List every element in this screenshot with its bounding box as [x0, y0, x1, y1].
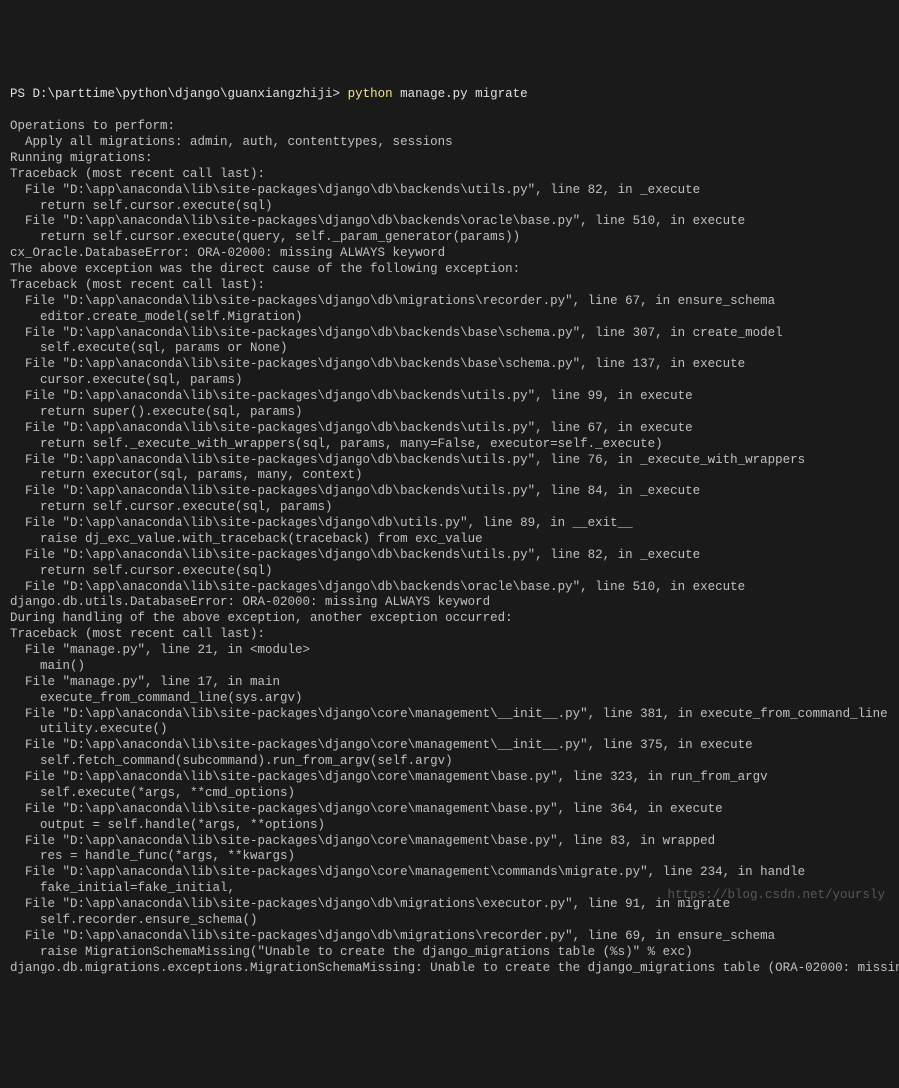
output-line: return executor(sql, params, many, conte…: [10, 468, 889, 484]
output-line: File "D:\app\anaconda\lib\site-packages\…: [10, 421, 889, 437]
output-line: raise MigrationSchemaMissing("Unable to …: [10, 945, 889, 961]
output-line: File "manage.py", line 21, in <module>: [10, 643, 889, 659]
output-line: return self._execute_with_wrappers(sql, …: [10, 437, 889, 453]
output-line: File "D:\app\anaconda\lib\site-packages\…: [10, 707, 889, 723]
output-line: return self.cursor.execute(sql): [10, 564, 889, 580]
output-line: File "D:\app\anaconda\lib\site-packages\…: [10, 802, 889, 818]
prompt-line: PS D:\parttime\python\django\guanxiangzh…: [10, 87, 889, 103]
output-line: File "D:\app\anaconda\lib\site-packages\…: [10, 865, 889, 881]
output-line: File "D:\app\anaconda\lib\site-packages\…: [10, 738, 889, 754]
output-line: raise dj_exc_value.with_traceback(traceb…: [10, 532, 889, 548]
output-line: Running migrations:: [10, 151, 889, 167]
output-line: File "D:\app\anaconda\lib\site-packages\…: [10, 214, 889, 230]
output-line: return self.cursor.execute(sql): [10, 199, 889, 215]
output-line: Traceback (most recent call last):: [10, 167, 889, 183]
output-line: self.execute(sql, params or None): [10, 341, 889, 357]
output-line: File "D:\app\anaconda\lib\site-packages\…: [10, 516, 889, 532]
output-line: res = handle_func(*args, **kwargs): [10, 849, 889, 865]
output-line: self.fetch_command(subcommand).run_from_…: [10, 754, 889, 770]
output-line: File "D:\app\anaconda\lib\site-packages\…: [10, 770, 889, 786]
output-line: File "D:\app\anaconda\lib\site-packages\…: [10, 548, 889, 564]
output-line: The above exception was the direct cause…: [10, 262, 889, 278]
command-args: manage.py migrate: [400, 87, 528, 101]
command-name: python: [348, 87, 401, 101]
output-line: utility.execute(): [10, 722, 889, 738]
output-line: django.db.migrations.exceptions.Migratio…: [10, 961, 889, 977]
output-line: File "D:\app\anaconda\lib\site-packages\…: [10, 294, 889, 310]
output-line: File "D:\app\anaconda\lib\site-packages\…: [10, 453, 889, 469]
output-line: File "D:\app\anaconda\lib\site-packages\…: [10, 183, 889, 199]
output-line: File "manage.py", line 17, in main: [10, 675, 889, 691]
output-line: cursor.execute(sql, params): [10, 373, 889, 389]
output-line: File "D:\app\anaconda\lib\site-packages\…: [10, 326, 889, 342]
output-line: return self.cursor.execute(query, self._…: [10, 230, 889, 246]
output-line: output = self.handle(*args, **options): [10, 818, 889, 834]
output-line: File "D:\app\anaconda\lib\site-packages\…: [10, 389, 889, 405]
output-line: return self.cursor.execute(sql, params): [10, 500, 889, 516]
output-lines: Operations to perform: Apply all migrati…: [10, 119, 889, 976]
output-line: self.recorder.ensure_schema(): [10, 913, 889, 929]
output-line: cx_Oracle.DatabaseError: ORA-02000: miss…: [10, 246, 889, 262]
output-line: self.execute(*args, **cmd_options): [10, 786, 889, 802]
prompt-path: PS D:\parttime\python\django\guanxiangzh…: [10, 87, 348, 101]
output-line: File "D:\app\anaconda\lib\site-packages\…: [10, 929, 889, 945]
output-line: Operations to perform:: [10, 119, 889, 135]
output-line: return super().execute(sql, params): [10, 405, 889, 421]
output-line: execute_from_command_line(sys.argv): [10, 691, 889, 707]
output-line: django.db.utils.DatabaseError: ORA-02000…: [10, 595, 889, 611]
output-line: editor.create_model(self.Migration): [10, 310, 889, 326]
watermark-text: https://blog.csdn.net/yoursly: [667, 888, 885, 904]
output-line: main(): [10, 659, 889, 675]
output-line: Traceback (most recent call last):: [10, 278, 889, 294]
terminal-output[interactable]: PS D:\parttime\python\django\guanxiangzh…: [10, 72, 889, 993]
output-line: File "D:\app\anaconda\lib\site-packages\…: [10, 834, 889, 850]
output-line: Traceback (most recent call last):: [10, 627, 889, 643]
output-line: During handling of the above exception, …: [10, 611, 889, 627]
output-line: File "D:\app\anaconda\lib\site-packages\…: [10, 580, 889, 596]
output-line: File "D:\app\anaconda\lib\site-packages\…: [10, 484, 889, 500]
output-line: File "D:\app\anaconda\lib\site-packages\…: [10, 357, 889, 373]
output-line: Apply all migrations: admin, auth, conte…: [10, 135, 889, 151]
